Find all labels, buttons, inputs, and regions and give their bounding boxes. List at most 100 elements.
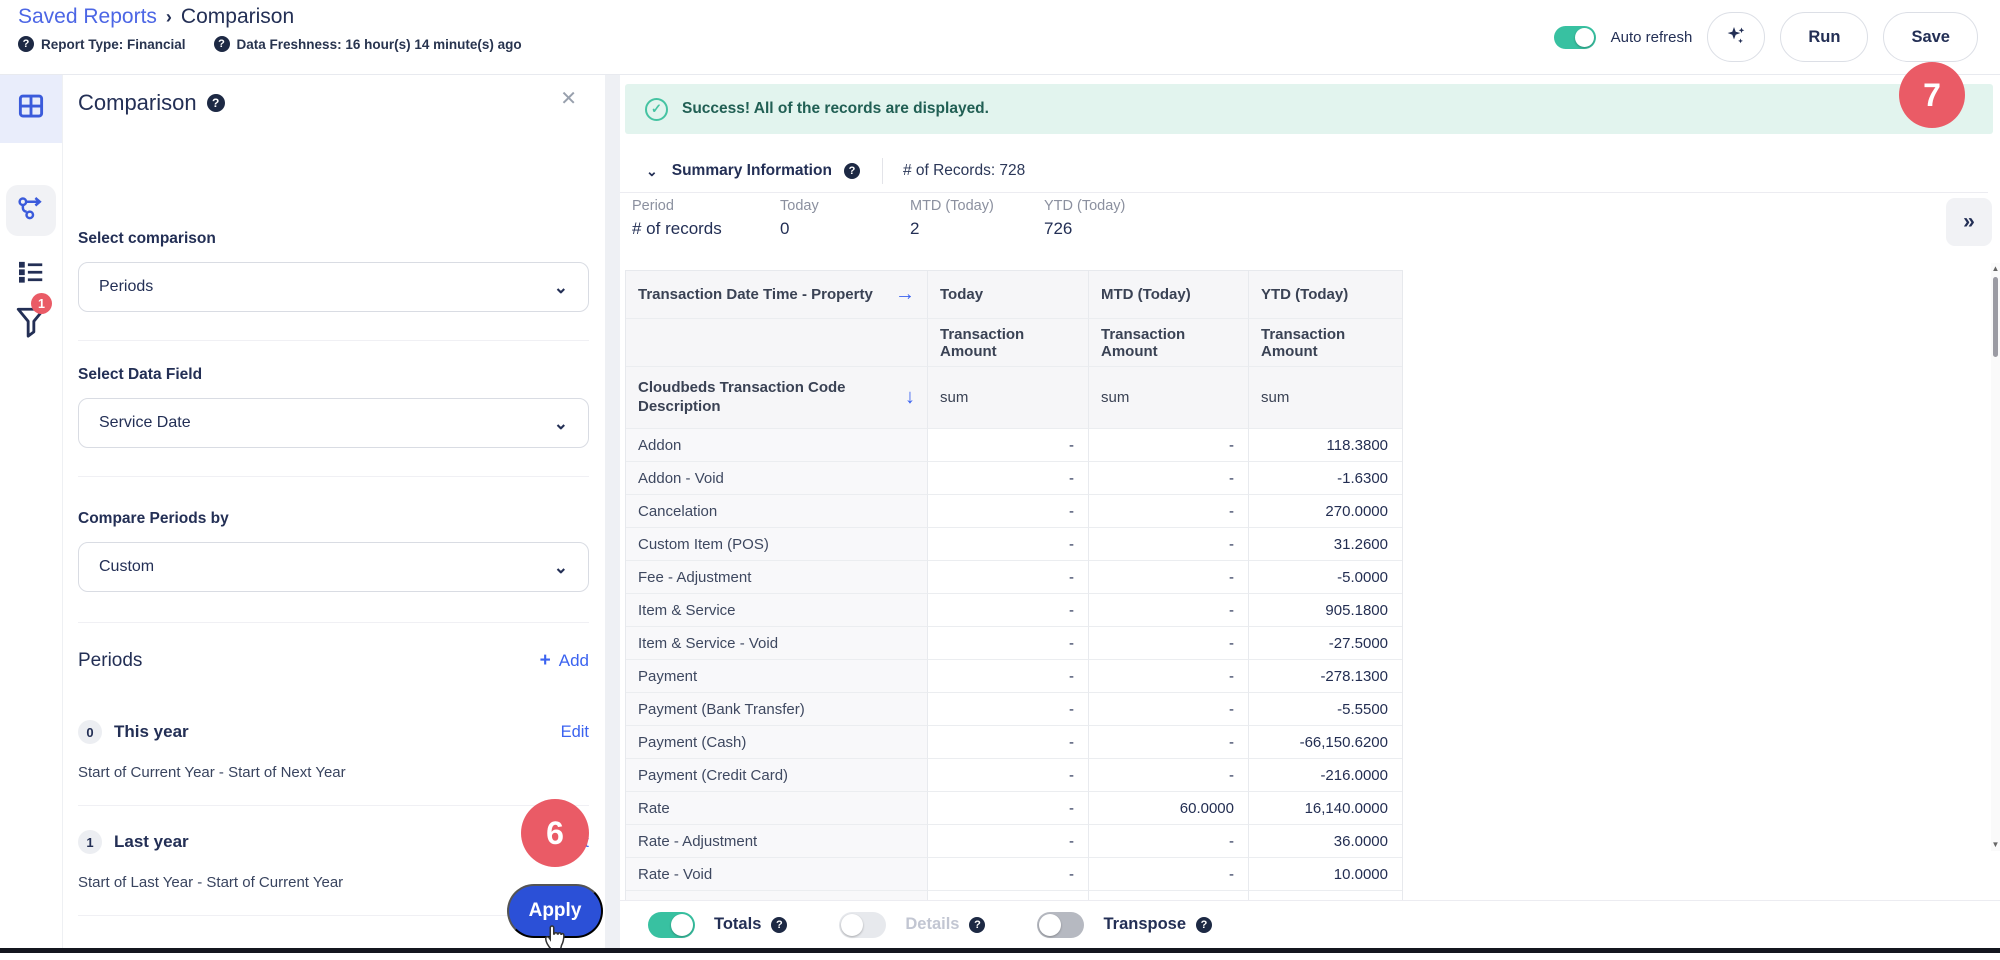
summary-column-value: 0 (780, 219, 882, 239)
data-freshness-label: Data Freshness: 16 hour(s) 14 minute(s) … (237, 37, 522, 52)
row-group-label: Cloudbeds Transaction Code Description (638, 379, 905, 417)
add-period-button[interactable]: + Add (540, 650, 589, 672)
table-row: Item & Service--905.1800 (626, 594, 1402, 627)
totals-toggle[interactable] (648, 912, 695, 938)
period-item: 0This yearEdit (78, 720, 589, 744)
cell-value: - (1089, 660, 1249, 693)
row-label: Cancelation (626, 495, 928, 528)
left-icon-rail: 1 (0, 74, 63, 948)
periods-list: 0This yearEdit Start of Current Year - St… (78, 696, 589, 916)
toggle-group-details: Details? (839, 912, 985, 938)
agg-header: sum (928, 367, 1089, 429)
row-label: Item & Service - Void (626, 627, 928, 660)
table-row: Payment (Cash)---66,150.6200 (626, 726, 1402, 759)
pivot-table: Transaction Date Time - Property→TodayMT… (625, 270, 1403, 902)
cell-value: -1.6300 (1249, 462, 1402, 495)
list-icon (16, 257, 46, 292)
cell-value: - (1089, 726, 1249, 759)
cell-value: - (928, 759, 1089, 792)
column-group-header[interactable]: Transaction Date Time - Property→ (626, 271, 928, 319)
measure-header: Transaction Amount (1089, 319, 1249, 367)
cell-value: - (1089, 462, 1249, 495)
summary-column-value: 2 (910, 219, 1016, 239)
column-header[interactable]: Today (928, 271, 1089, 319)
scroll-down-icon[interactable]: ▼ (1991, 840, 2000, 849)
expand-panel-button[interactable]: » (1946, 198, 1992, 246)
compare-periods-by-select[interactable]: Custom ⌄ (78, 542, 589, 592)
comparison-select[interactable]: Periods ⌄ (78, 262, 589, 312)
data-field-select[interactable]: Service Date ⌄ (78, 398, 589, 448)
help-icon[interactable]: ? (771, 917, 787, 933)
cell-value: - (1089, 429, 1249, 462)
toggle-label: Totals (714, 915, 761, 934)
vertical-scrollbar[interactable]: ▲ ▼ (1991, 263, 2000, 851)
row-label: Item & Service (626, 594, 928, 627)
row-label: Payment (Bank Transfer) (626, 693, 928, 726)
period-range: Start of Current Year - Start of Next Ye… (78, 764, 589, 781)
summary-column: YTD (Today)726 (1044, 198, 1125, 239)
ai-sparkle-button[interactable] (1707, 12, 1765, 62)
cell-value: 10.0000 (1249, 858, 1402, 891)
cell-value: - (928, 561, 1089, 594)
summary-information-title: Summary Information (672, 162, 832, 180)
bottom-divider-bar (0, 948, 2000, 953)
row-group-header[interactable]: Cloudbeds Transaction Code Description↓ (626, 367, 928, 429)
run-button[interactable]: Run (1780, 12, 1868, 62)
help-icon[interactable]: ? (969, 917, 985, 933)
cell-value: -5.0000 (1249, 561, 1402, 594)
help-icon[interactable]: ? (214, 36, 230, 52)
column-header[interactable]: YTD (Today) (1249, 271, 1402, 319)
summary-column: MTD (Today)2 (910, 198, 1016, 239)
auto-refresh-toggle[interactable] (1554, 26, 1596, 49)
summary-values-row: Period# of recordsToday0MTD (Today)2YTD … (632, 198, 1153, 239)
sidebar-item-list[interactable] (0, 257, 62, 291)
column-header[interactable]: MTD (Today) (1089, 271, 1249, 319)
period-index-badge: 0 (78, 720, 102, 744)
cell-value: -5.5500 (1249, 693, 1402, 726)
close-icon[interactable]: ✕ (560, 86, 577, 111)
row-label: Rate (626, 792, 928, 825)
help-icon[interactable]: ? (207, 94, 225, 112)
summary-column-value: # of records (632, 219, 752, 239)
help-icon[interactable]: ? (844, 163, 860, 179)
check-circle-icon: ✓ (645, 98, 668, 121)
sidebar-item-table[interactable] (0, 74, 62, 143)
scroll-up-icon[interactable]: ▲ (1991, 264, 2000, 273)
cell-value: - (1089, 825, 1249, 858)
cell-value: - (928, 660, 1089, 693)
toggle-group-totals: Totals? (648, 912, 787, 938)
summary-column: Period# of records (632, 198, 752, 239)
transpose-toggle[interactable] (1037, 912, 1084, 938)
divider (78, 622, 589, 623)
cell-value: 270.0000 (1249, 495, 1402, 528)
arrow-right-icon: → (895, 283, 915, 306)
details-toggle[interactable] (839, 912, 886, 938)
divider (78, 476, 589, 477)
table-row: Fee - Adjustment---5.0000 (626, 561, 1402, 594)
comparison-select-value: Periods (99, 278, 153, 296)
save-button[interactable]: Save (1883, 12, 1978, 62)
table-row: Payment---278.1300 (626, 660, 1402, 693)
period-edit-link[interactable]: Edit (561, 723, 589, 742)
select-data-field-label: Select Data Field (78, 366, 202, 384)
data-freshness: ? Data Freshness: 16 hour(s) 14 minute(s… (214, 36, 522, 52)
table-row: Item & Service - Void---27.5000 (626, 627, 1402, 660)
collapse-chevron-icon[interactable]: ⌄ (646, 163, 658, 180)
table-row: Cancelation--270.0000 (626, 495, 1402, 528)
compare-periods-by-label: Compare Periods by (78, 510, 229, 528)
sidebar-item-flow[interactable] (6, 185, 56, 236)
panel-title-text: Comparison (78, 90, 197, 116)
breadcrumb: Saved Reports › Comparison (18, 5, 522, 29)
report-content: ✓ Success! All of the records are displa… (620, 74, 2000, 948)
cell-value: - (1089, 528, 1249, 561)
agg-header: sum (1249, 367, 1402, 429)
cell-value: - (928, 858, 1089, 891)
success-message: Success! All of the records are displaye… (682, 100, 989, 118)
scrollbar-thumb[interactable] (1993, 277, 1998, 357)
measure-header: Transaction Amount (1249, 319, 1402, 367)
breadcrumb-saved-reports-link[interactable]: Saved Reports (18, 5, 157, 29)
top-header: Saved Reports › Comparison ? Report Type… (0, 0, 2000, 75)
help-icon[interactable]: ? (18, 36, 34, 52)
table-row: Payment (Bank Transfer)---5.5500 (626, 693, 1402, 726)
help-icon[interactable]: ? (1196, 917, 1212, 933)
